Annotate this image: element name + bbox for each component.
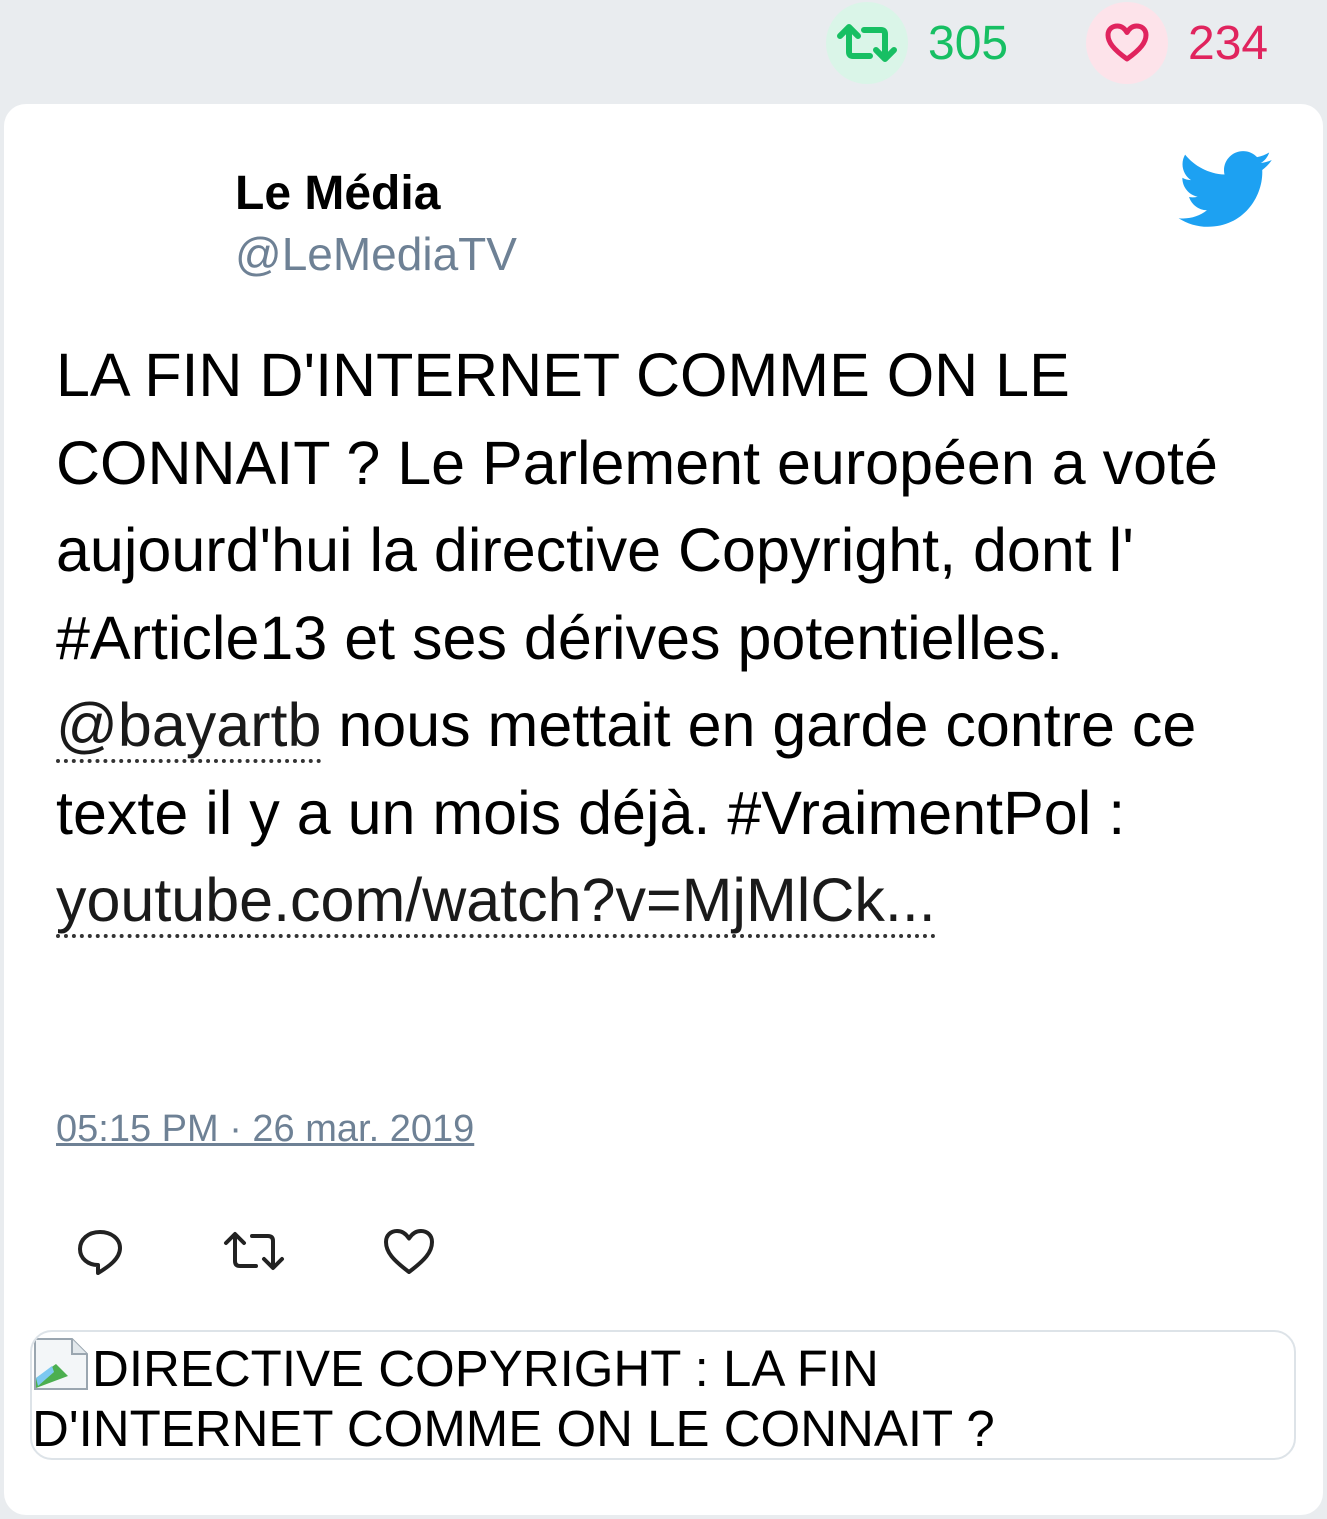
retweet-stat[interactable]: 305 xyxy=(826,2,1008,84)
tweet-author[interactable]: Le Média @LeMediaTV xyxy=(235,166,517,282)
like-count: 234 xyxy=(1188,16,1269,70)
tweet-card: Le Média @LeMediaTV LA FIN D'INTERNET CO… xyxy=(4,104,1323,1515)
retweet-icon xyxy=(826,2,908,84)
preview-alt-text-block: DIRECTIVE COPYRIGHT : LA FIN D'INTERNET … xyxy=(32,1336,1132,1458)
link-preview-card[interactable]: DIRECTIVE COPYRIGHT : LA FIN D'INTERNET … xyxy=(30,1330,1296,1460)
preview-alt-text: DIRECTIVE COPYRIGHT : LA FIN D'INTERNET … xyxy=(32,1340,995,1457)
heart-icon xyxy=(1086,2,1168,84)
like-stat[interactable]: 234 xyxy=(1086,2,1268,84)
author-name[interactable]: Le Média xyxy=(235,166,517,222)
like-action-icon[interactable] xyxy=(382,1226,436,1283)
tweet-text: LA FIN D'INTERNET COMME ON LE CONNAIT ? … xyxy=(56,332,1286,945)
tweet-timestamp[interactable]: 05:15 PM · 26 mar. 2019 xyxy=(56,1108,474,1151)
retweet-action-icon[interactable] xyxy=(222,1226,286,1283)
broken-image-icon xyxy=(32,1336,90,1392)
tweet-text-part1: LA FIN D'INTERNET COMME ON LE CONNAIT ? … xyxy=(56,341,1218,672)
mention-link[interactable]: @bayartb xyxy=(56,691,322,763)
stats-bar: 305 234 xyxy=(0,0,1327,100)
retweet-count: 305 xyxy=(928,16,1009,70)
author-handle[interactable]: @LeMediaTV xyxy=(235,226,517,282)
twitter-bird-icon[interactable] xyxy=(1174,148,1274,233)
youtube-link[interactable]: youtube.com/watch?v=MjMlCk... xyxy=(56,866,936,938)
reply-icon[interactable] xyxy=(74,1226,126,1283)
